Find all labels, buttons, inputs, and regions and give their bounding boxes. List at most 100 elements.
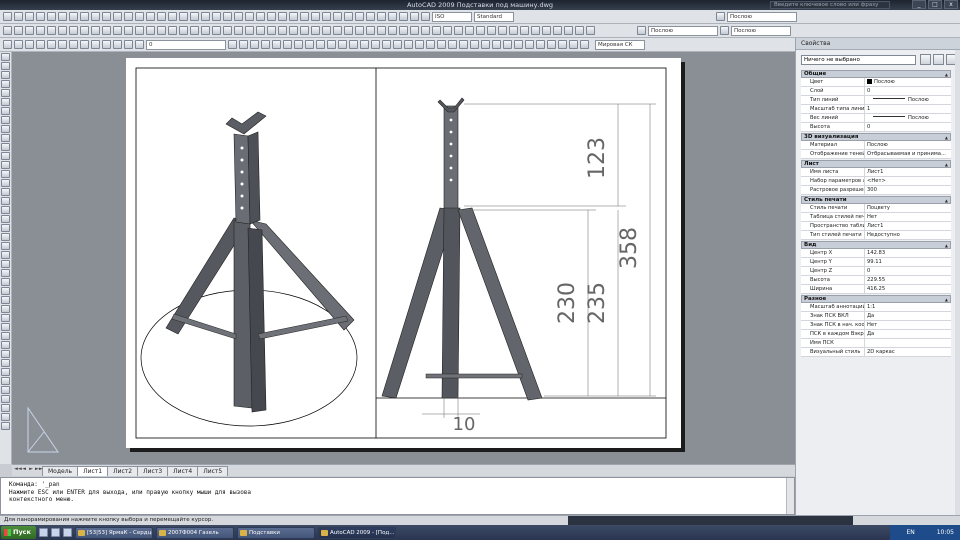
tab-prev-icon[interactable]: ◄ bbox=[21, 466, 27, 475]
print-icon[interactable] bbox=[36, 12, 45, 21]
layer-match-icon[interactable] bbox=[294, 40, 303, 49]
property-row[interactable]: Имя ПСК bbox=[801, 339, 951, 348]
gradient-tool-icon[interactable] bbox=[1, 188, 10, 196]
offset-tool-icon[interactable] bbox=[1, 251, 10, 259]
task-button-active[interactable]: AutoCAD 2009 - [Под... bbox=[317, 526, 396, 539]
open-file-icon[interactable] bbox=[14, 12, 23, 21]
property-value[interactable]: Лист1 bbox=[865, 222, 951, 230]
copy-icon[interactable] bbox=[80, 12, 89, 21]
ucs-icon[interactable] bbox=[311, 12, 320, 21]
close-button[interactable]: x bbox=[944, 0, 958, 9]
property-value[interactable]: 416.25 bbox=[865, 285, 951, 293]
dim-aligned-icon[interactable] bbox=[399, 12, 408, 21]
property-row[interactable]: Центр Y 99.11 bbox=[801, 258, 951, 267]
layer-unisolate-icon[interactable] bbox=[261, 40, 270, 49]
ucs-apply-icon[interactable] bbox=[558, 40, 567, 49]
rectangle-tool-icon[interactable] bbox=[1, 89, 10, 97]
revision-cloud-tool-icon[interactable] bbox=[1, 116, 10, 124]
property-row[interactable]: Центр Z0 bbox=[801, 267, 951, 276]
calculator-icon[interactable] bbox=[234, 12, 243, 21]
ne-iso-icon[interactable] bbox=[426, 40, 435, 49]
sw-iso-icon[interactable] bbox=[404, 40, 413, 49]
arc-icon[interactable] bbox=[58, 26, 67, 35]
extend-icon[interactable] bbox=[322, 26, 331, 35]
properties-icon[interactable] bbox=[179, 12, 188, 21]
front-view-icon[interactable] bbox=[382, 40, 391, 49]
revcloud-icon[interactable] bbox=[80, 26, 89, 35]
tab-first-icon[interactable]: ◄◄ bbox=[14, 466, 22, 475]
torus-icon[interactable] bbox=[443, 26, 452, 35]
se-iso-icon[interactable] bbox=[415, 40, 424, 49]
explode-icon[interactable] bbox=[377, 26, 386, 35]
polar-icon[interactable] bbox=[36, 40, 45, 49]
match-properties-icon[interactable] bbox=[102, 12, 111, 21]
table-icon[interactable] bbox=[190, 26, 199, 35]
property-row[interactable]: ПСК в каждом ВэкранеДа bbox=[801, 330, 951, 339]
move-tool-icon[interactable] bbox=[1, 269, 10, 277]
sphere-icon[interactable] bbox=[399, 26, 408, 35]
property-row[interactable]: Вес линий Послою bbox=[801, 114, 951, 123]
snap-icon[interactable] bbox=[3, 40, 12, 49]
tab-sheet1[interactable]: Лист1 bbox=[77, 466, 109, 476]
back-view-icon[interactable] bbox=[393, 40, 402, 49]
region-icon[interactable] bbox=[179, 26, 188, 35]
property-row[interactable]: Пространство таблиц...Лист1 bbox=[801, 222, 951, 231]
join-tool-icon[interactable] bbox=[1, 332, 10, 340]
property-value[interactable]: <Нет> bbox=[865, 177, 951, 185]
property-row[interactable]: Тип стилей печати Недоступно bbox=[801, 231, 951, 240]
property-row[interactable]: Набор параметров ли...<Нет> bbox=[801, 177, 951, 186]
hatch-tool-icon[interactable] bbox=[1, 179, 10, 187]
id-point-tool-icon[interactable] bbox=[1, 413, 10, 421]
otrack-icon[interactable] bbox=[58, 40, 67, 49]
property-value[interactable]: Послою bbox=[865, 141, 951, 149]
property-value[interactable]: Послою bbox=[865, 78, 951, 86]
preview-icon[interactable] bbox=[47, 12, 56, 21]
layer-on-icon[interactable] bbox=[113, 40, 122, 49]
property-value[interactable]: 99.11 bbox=[865, 258, 951, 266]
chamfer-tool-icon[interactable] bbox=[1, 341, 10, 349]
ucs-origin-icon[interactable] bbox=[322, 12, 331, 21]
walk-icon[interactable] bbox=[575, 26, 584, 35]
property-value[interactable]: 2D каркас bbox=[865, 348, 951, 356]
list-tool-icon[interactable] bbox=[1, 404, 10, 412]
2d-wireframe-icon[interactable] bbox=[459, 40, 468, 49]
conceptual-icon[interactable] bbox=[503, 40, 512, 49]
extrude-icon[interactable] bbox=[454, 26, 463, 35]
make-block-icon[interactable] bbox=[135, 26, 144, 35]
fillet-tool-icon[interactable] bbox=[1, 350, 10, 358]
properties-section-header[interactable]: Лист bbox=[801, 160, 951, 168]
language-indicator[interactable]: EN bbox=[907, 529, 915, 536]
leader-tool-icon[interactable] bbox=[1, 377, 10, 385]
property-row[interactable]: Материал Послою bbox=[801, 141, 951, 150]
make-current-layer-icon[interactable] bbox=[228, 40, 237, 49]
polygon-icon[interactable] bbox=[36, 26, 45, 35]
dim-style-combo[interactable]: Standard bbox=[474, 11, 514, 22]
polyline-tool-icon[interactable] bbox=[1, 71, 10, 79]
toggle-pickadd-icon[interactable] bbox=[920, 54, 931, 65]
undo-icon[interactable] bbox=[113, 12, 122, 21]
scale-tool-icon[interactable] bbox=[1, 287, 10, 295]
array-tool-icon[interactable] bbox=[1, 260, 10, 268]
3d-wireframe-icon[interactable] bbox=[470, 40, 479, 49]
ducs-icon[interactable] bbox=[69, 40, 78, 49]
gradient-icon[interactable] bbox=[168, 26, 177, 35]
quicklaunch-desktop-icon[interactable] bbox=[38, 528, 48, 537]
command-scrollbar[interactable] bbox=[786, 478, 794, 514]
property-value[interactable]: Лист1 bbox=[865, 168, 951, 176]
insert-tool-icon[interactable] bbox=[1, 152, 10, 160]
spline-tool-icon[interactable] bbox=[1, 125, 10, 133]
hatch-icon[interactable] bbox=[157, 26, 166, 35]
intersect-icon[interactable] bbox=[498, 26, 507, 35]
ellipse-tool-icon[interactable] bbox=[1, 134, 10, 142]
mtext-icon[interactable] bbox=[201, 26, 210, 35]
tab-next-icon[interactable]: ► bbox=[28, 466, 34, 475]
ucs-view-icon[interactable] bbox=[333, 12, 342, 21]
line-tool-icon[interactable] bbox=[1, 53, 10, 61]
property-row[interactable]: Имя листа Лист1 bbox=[801, 168, 951, 177]
construction-line-tool-icon[interactable] bbox=[1, 62, 10, 70]
ellipse-arc-tool-icon[interactable] bbox=[1, 143, 10, 151]
property-value[interactable]: Да bbox=[865, 330, 951, 338]
properties-section-header[interactable]: Вид bbox=[801, 241, 951, 249]
right-view-icon[interactable] bbox=[371, 40, 380, 49]
property-value[interactable]: Да bbox=[865, 312, 951, 320]
